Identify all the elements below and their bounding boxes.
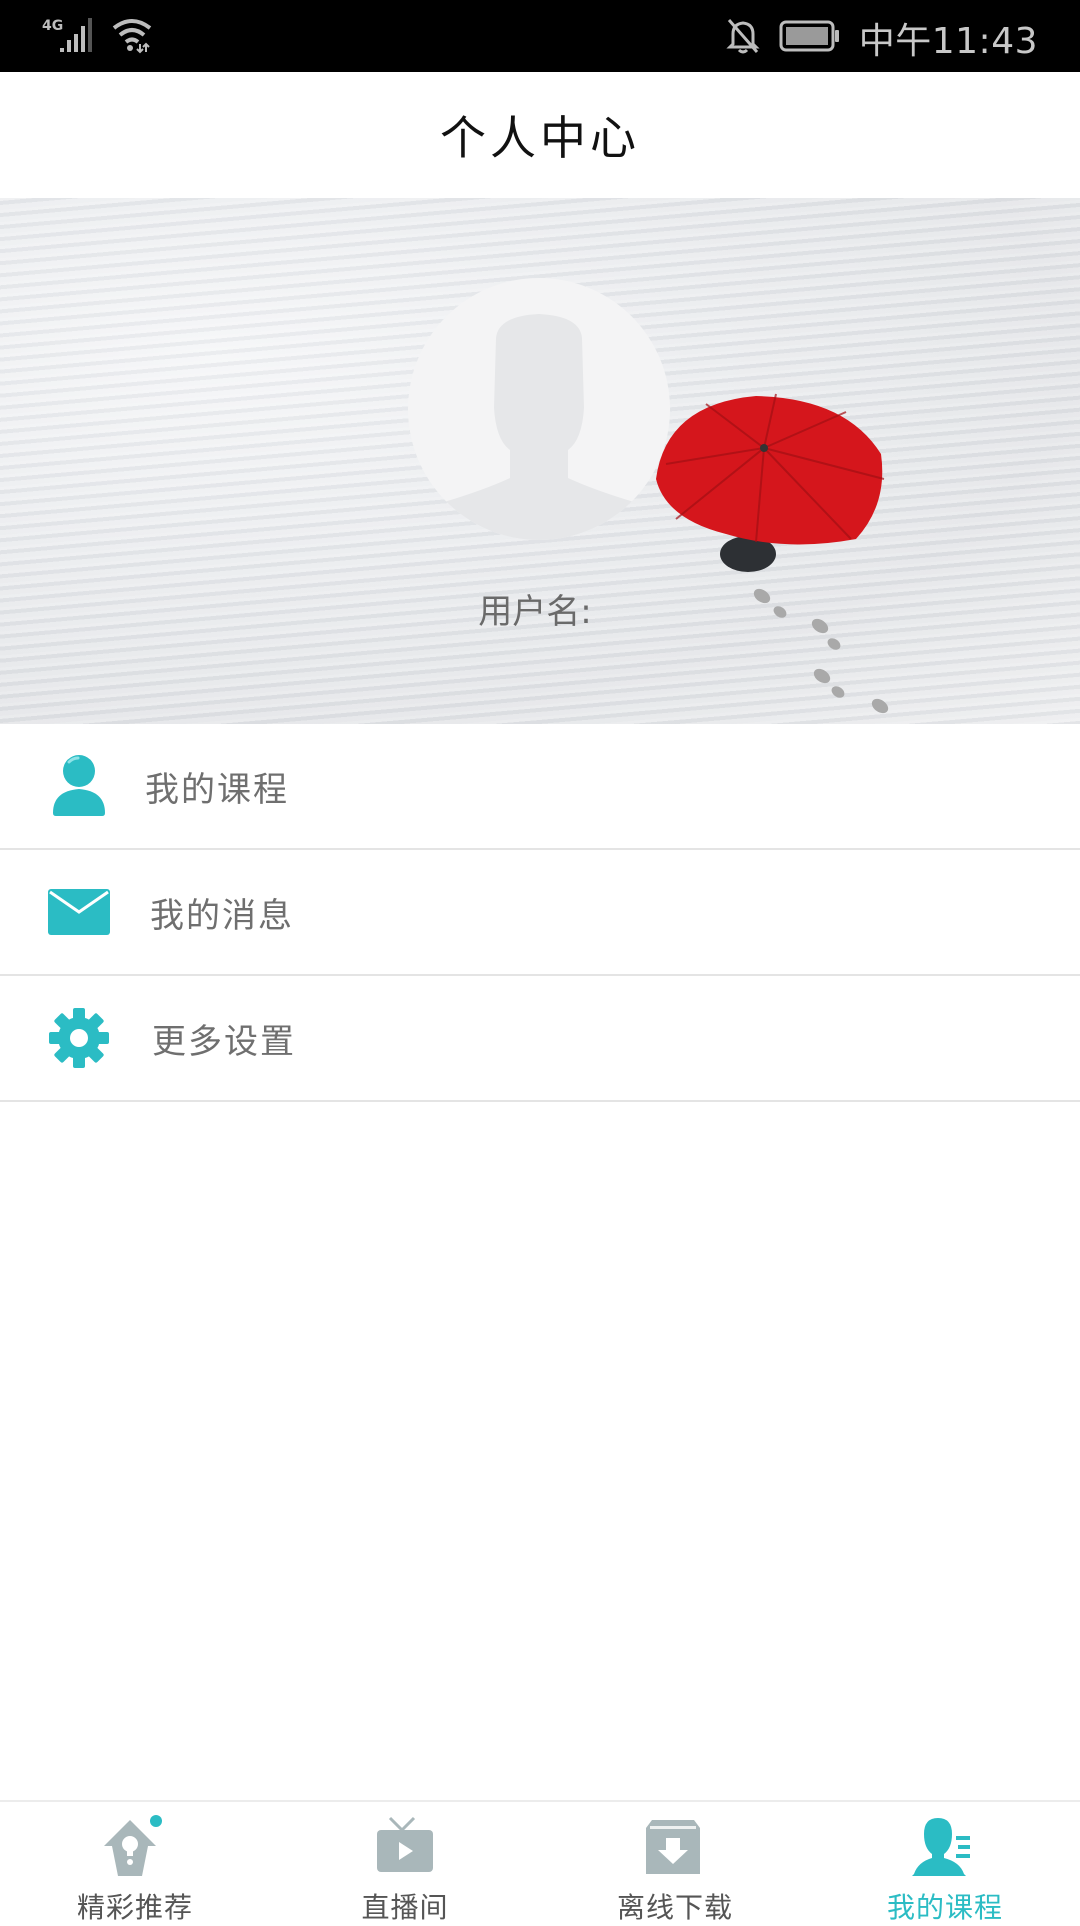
birdhouse-icon	[98, 1814, 168, 1880]
menu-item-more-settings[interactable]: 更多设置	[0, 976, 1080, 1102]
tab-recommended[interactable]: 精彩推荐	[0, 1802, 270, 1924]
menu-item-my-messages[interactable]: 我的消息	[0, 850, 1080, 976]
tab-offline-download[interactable]: 离线下载	[540, 1802, 810, 1924]
mail-icon	[46, 879, 112, 945]
username-label: 用户名:	[478, 592, 592, 632]
signal-icon: 4G	[40, 14, 96, 58]
tab-live-room[interactable]: 直播间	[270, 1802, 540, 1924]
page-title: 个人中心	[440, 111, 640, 165]
default-avatar-icon	[434, 314, 644, 540]
profile-banner: 用户名:	[0, 198, 1080, 724]
tab-label: 精彩推荐	[76, 1891, 193, 1924]
tab-label: 离线下载	[616, 1891, 733, 1924]
status-bar: 4G 中午11:43	[0, 0, 1080, 72]
menu-item-my-courses[interactable]: 我的课程	[0, 724, 1080, 850]
title-bar: 个人中心	[0, 72, 1080, 198]
network-type-text: 4G	[42, 18, 63, 34]
menu-item-label: 更多设置	[152, 1021, 296, 1062]
menu-item-label: 我的课程	[145, 769, 289, 810]
tab-label: 我的课程	[886, 1891, 1003, 1924]
status-left: 4G	[40, 14, 154, 58]
tv-icon	[370, 1814, 440, 1880]
battery-icon	[779, 19, 841, 57]
status-time: 中午11:43	[858, 21, 1038, 62]
wifi-icon	[110, 14, 154, 58]
username: 用户名:	[0, 584, 1080, 633]
menu-item-label: 我的消息	[150, 895, 294, 936]
gear-icon	[46, 1005, 112, 1071]
notification-dot	[150, 1815, 162, 1827]
bell-muted-icon	[725, 16, 761, 60]
umbrella-image	[636, 384, 886, 611]
tab-label: 直播间	[361, 1891, 449, 1924]
tab-my-courses[interactable]: 我的课程	[810, 1802, 1080, 1924]
avatar[interactable]	[408, 278, 670, 540]
download-box-icon	[638, 1814, 708, 1880]
status-right: 中午11:43	[725, 12, 1038, 64]
user-icon	[46, 753, 112, 819]
menu-list: 我的课程 我的消息 更多设置	[0, 724, 1080, 1102]
user-list-icon	[910, 1814, 980, 1880]
bottom-tab-bar: 精彩推荐 直播间 离线下载 我的课程	[0, 1800, 1080, 1924]
